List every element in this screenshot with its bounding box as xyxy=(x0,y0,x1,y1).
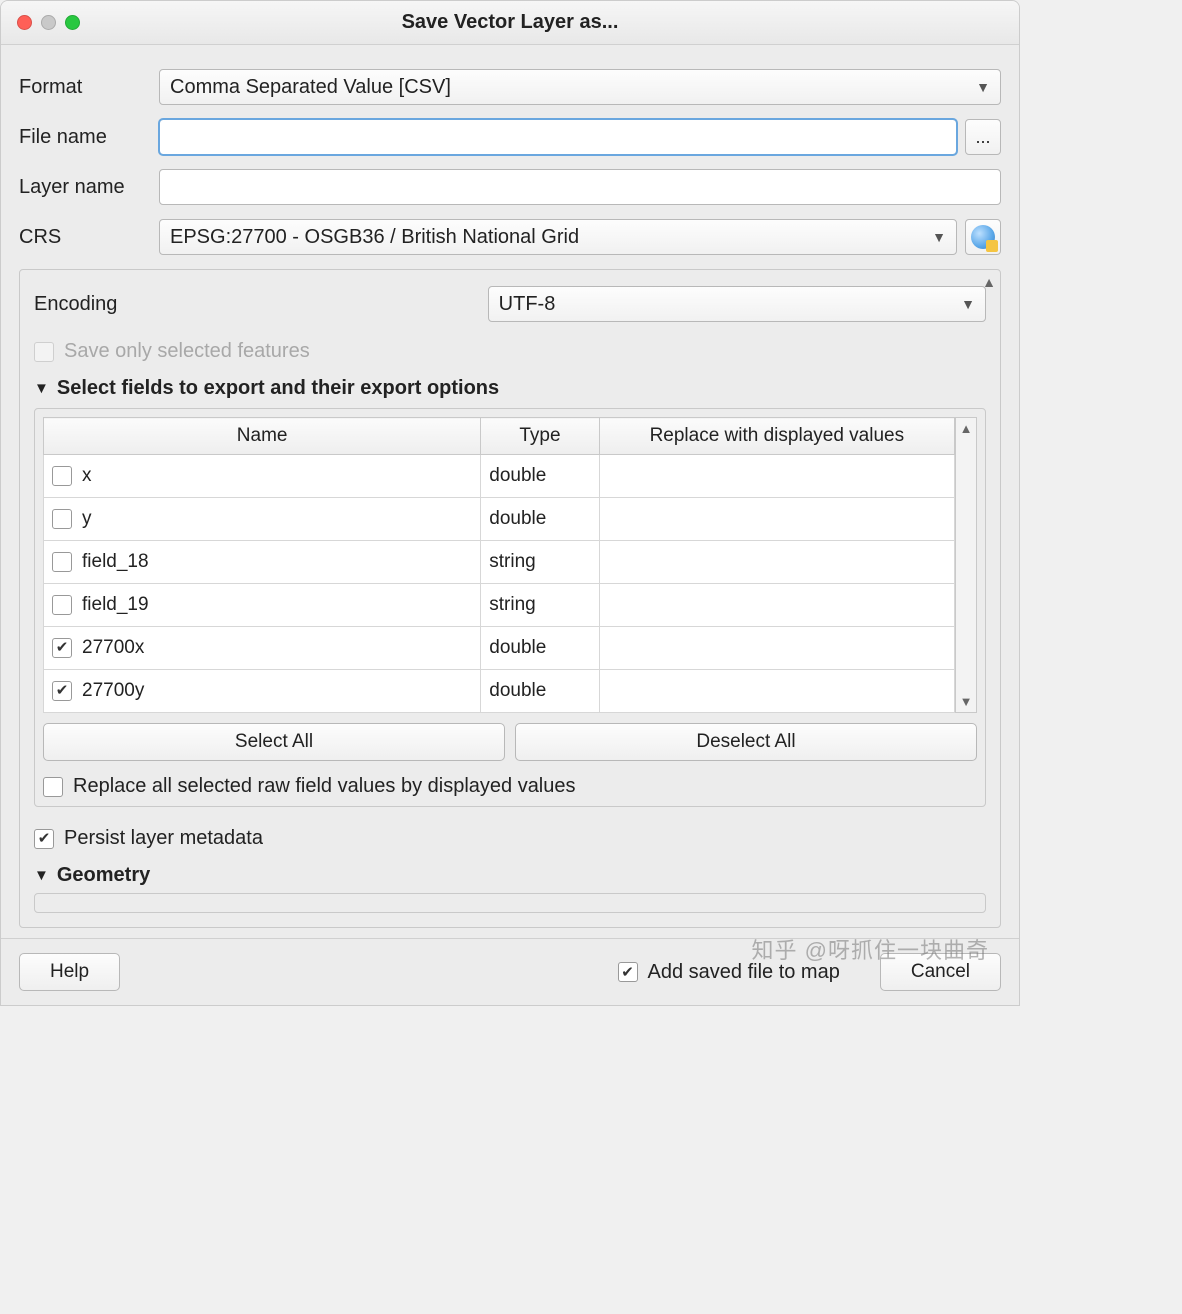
field-type: double xyxy=(481,455,599,498)
options-panel: ▲ Encoding UTF-8 ▼ Save only selected fe… xyxy=(19,269,1001,928)
layername-input[interactable] xyxy=(170,175,990,200)
field-type: double xyxy=(481,498,599,541)
table-row: y double xyxy=(44,498,955,541)
add-to-map-label: Add saved file to map xyxy=(648,961,840,984)
checkbox-icon xyxy=(43,777,63,797)
table-row: x double xyxy=(44,455,955,498)
format-label: Format xyxy=(19,76,159,99)
crs-label: CRS xyxy=(19,226,159,249)
geometry-section-title: Geometry xyxy=(57,864,150,887)
save-only-selected-checkbox: Save only selected features xyxy=(34,340,986,363)
scroll-down-icon: ▼ xyxy=(960,694,973,709)
zoom-icon[interactable] xyxy=(65,15,80,30)
field-type: string xyxy=(481,541,599,584)
titlebar: Save Vector Layer as... xyxy=(1,1,1019,45)
table-row: 27700y double xyxy=(44,670,955,713)
fields-box: Name Type Replace with displayed values … xyxy=(34,408,986,807)
checkbox-icon xyxy=(34,342,54,362)
checkbox-icon xyxy=(34,829,54,849)
chevron-down-icon: ▼ xyxy=(976,79,990,95)
globe-icon xyxy=(971,225,995,249)
browse-button[interactable]: ... xyxy=(965,119,1001,155)
format-value: Comma Separated Value [CSV] xyxy=(170,76,451,99)
fields-section-title: Select fields to export and their export… xyxy=(57,377,499,400)
replace-all-checkbox[interactable]: Replace all selected raw field values by… xyxy=(43,775,977,798)
field-replace[interactable] xyxy=(599,498,954,541)
field-replace[interactable] xyxy=(599,541,954,584)
encoding-label: Encoding xyxy=(34,293,488,316)
col-type[interactable]: Type xyxy=(481,418,599,455)
select-all-button[interactable]: Select All xyxy=(43,723,505,761)
field-checkbox[interactable] xyxy=(52,509,72,529)
layername-input-wrapper xyxy=(159,169,1001,205)
crs-select[interactable]: EPSG:27700 - OSGB36 / British National G… xyxy=(159,219,957,255)
field-type: double xyxy=(481,627,599,670)
field-name: y xyxy=(82,508,92,529)
field-name: field_19 xyxy=(82,594,149,615)
table-row: 27700x double xyxy=(44,627,955,670)
encoding-value: UTF-8 xyxy=(499,293,556,316)
field-replace[interactable] xyxy=(599,627,954,670)
geometry-section-header[interactable]: ▼ Geometry xyxy=(34,864,986,887)
field-name: x xyxy=(82,465,92,486)
field-checkbox[interactable] xyxy=(52,552,72,572)
replace-all-label: Replace all selected raw field values by… xyxy=(73,775,576,798)
cancel-button[interactable]: Cancel xyxy=(880,953,1001,991)
field-name: 27700y xyxy=(82,680,144,701)
scroll-up-icon: ▲ xyxy=(960,421,973,436)
field-checkbox[interactable] xyxy=(52,638,72,658)
field-checkbox[interactable] xyxy=(52,466,72,486)
checkbox-icon xyxy=(618,962,638,982)
fields-section-header[interactable]: ▼ Select fields to export and their expo… xyxy=(34,377,986,400)
close-icon[interactable] xyxy=(17,15,32,30)
field-type: double xyxy=(481,670,599,713)
persist-metadata-label: Persist layer metadata xyxy=(64,827,263,850)
collapse-icon: ▼ xyxy=(34,380,49,397)
field-type: string xyxy=(481,584,599,627)
table-row: field_19 string xyxy=(44,584,955,627)
deselect-all-button[interactable]: Deselect All xyxy=(515,723,977,761)
window-controls xyxy=(17,15,80,30)
field-name: 27700x xyxy=(82,637,144,658)
col-replace[interactable]: Replace with displayed values xyxy=(599,418,954,455)
window-title: Save Vector Layer as... xyxy=(402,11,619,34)
encoding-select[interactable]: UTF-8 ▼ xyxy=(488,286,986,322)
layername-label: Layer name xyxy=(19,176,159,199)
filename-label: File name xyxy=(19,126,159,149)
table-scrollbar[interactable]: ▲▼ xyxy=(955,417,977,713)
table-row: field_18 string xyxy=(44,541,955,584)
field-replace[interactable] xyxy=(599,584,954,627)
chevron-down-icon: ▼ xyxy=(932,229,946,245)
col-name[interactable]: Name xyxy=(44,418,481,455)
persist-metadata-checkbox[interactable]: Persist layer metadata xyxy=(34,827,986,850)
crs-picker-button[interactable] xyxy=(965,219,1001,255)
geometry-box xyxy=(34,893,986,913)
add-to-map-checkbox[interactable]: Add saved file to map xyxy=(618,961,840,984)
field-name: field_18 xyxy=(82,551,149,572)
format-select[interactable]: Comma Separated Value [CSV] ▼ xyxy=(159,69,1001,105)
chevron-down-icon: ▼ xyxy=(961,296,975,312)
field-replace[interactable] xyxy=(599,455,954,498)
filename-input-wrapper xyxy=(159,119,957,155)
crs-value: EPSG:27700 - OSGB36 / British National G… xyxy=(170,226,579,249)
field-checkbox[interactable] xyxy=(52,681,72,701)
save-only-selected-label: Save only selected features xyxy=(64,340,310,363)
dialog-window: Save Vector Layer as... Format Comma Sep… xyxy=(0,0,1020,1006)
help-button[interactable]: Help xyxy=(19,953,120,991)
fields-table: Name Type Replace with displayed values … xyxy=(43,417,955,713)
dialog-footer: Help Add saved file to map Cancel xyxy=(1,938,1019,1005)
scroll-up-icon[interactable]: ▲ xyxy=(982,274,996,290)
filename-input[interactable] xyxy=(170,125,946,150)
collapse-icon: ▼ xyxy=(34,867,49,884)
field-checkbox[interactable] xyxy=(52,595,72,615)
field-replace[interactable] xyxy=(599,670,954,713)
minimize-icon xyxy=(41,15,56,30)
